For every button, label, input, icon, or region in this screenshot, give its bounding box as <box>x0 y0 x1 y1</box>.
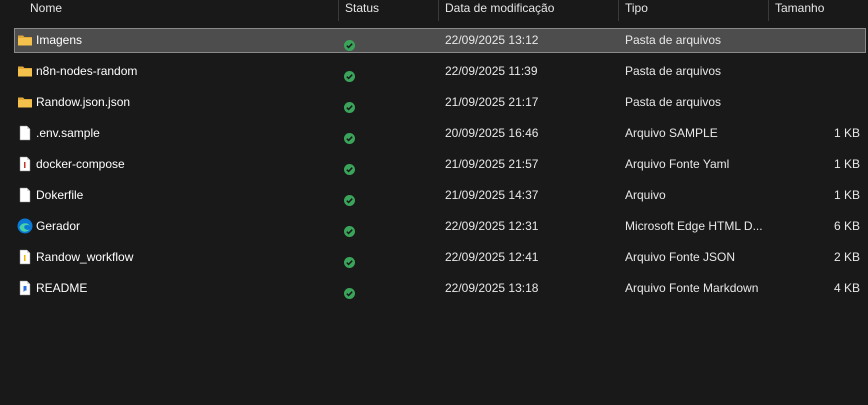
column-size[interactable]: Tamanho <box>775 0 824 21</box>
file-date: 22/09/2025 11:39 <box>445 64 538 78</box>
file-row[interactable]: Randow_workflow 22/09/2025 12:41 Arquivo F… <box>14 245 866 270</box>
column-divider[interactable] <box>438 0 439 21</box>
column-type[interactable]: Tipo <box>625 0 648 21</box>
folder-icon <box>17 32 33 48</box>
status-cell <box>344 214 364 239</box>
file-size: 2 KB <box>833 250 860 264</box>
file-size: 6 KB <box>833 219 860 233</box>
file-date: 22/09/2025 13:18 <box>445 281 539 295</box>
folder-icon <box>17 94 33 110</box>
synced-icon <box>344 35 355 51</box>
column-date[interactable]: Data de modificação <box>445 0 554 21</box>
file-name: README <box>36 281 88 295</box>
file-name: Gerador <box>36 219 81 233</box>
file-size: 4 KB <box>833 281 860 295</box>
synced-icon <box>344 221 355 237</box>
file-row[interactable]: Randow.json.json 21/09/2025 21:17 Pasta de… <box>14 90 866 115</box>
status-cell <box>344 183 364 208</box>
file-date: 21/09/2025 21:17 <box>445 95 539 109</box>
file-row[interactable]: .env.sample 20/09/2025 16:46 Arquivo SAMPL… <box>14 121 866 146</box>
file-type: Arquivo Fonte Markdown <box>625 281 759 295</box>
file-name: Randow_workflow <box>36 250 134 264</box>
column-name[interactable]: Nome <box>30 0 62 21</box>
file-name: Imagens <box>36 33 83 47</box>
file-type: Pasta de arquivos <box>625 95 722 109</box>
file-type: Pasta de arquivos <box>625 33 722 47</box>
file-row[interactable]: n8n-nodes-random 22/09/2025 11:39 Pasta de… <box>14 59 866 84</box>
file-icon <box>17 187 33 203</box>
file-size: 1 KB <box>833 188 860 202</box>
synced-icon <box>344 190 355 206</box>
edge-html-icon <box>17 218 33 234</box>
status-cell <box>344 28 364 53</box>
file-type: Arquivo <box>625 188 666 202</box>
yaml-file-icon <box>17 156 33 172</box>
file-row[interactable]: README 22/09/2025 13:18 Arquivo Fonte Mark… <box>14 276 866 301</box>
file-date: 21/09/2025 21:57 <box>445 157 539 171</box>
synced-icon <box>344 252 355 268</box>
file-name: n8n-nodes-random <box>36 64 138 78</box>
file-row[interactable]: Dokerfile 21/09/2025 14:37 Arquivo 1 KB <box>14 183 866 208</box>
file-size <box>780 59 860 84</box>
synced-icon <box>344 128 355 144</box>
status-cell <box>344 276 364 301</box>
synced-icon <box>344 97 355 113</box>
file-icon <box>17 125 33 141</box>
file-name: .env.sample <box>36 126 100 140</box>
column-status[interactable]: Status <box>345 0 379 21</box>
synced-icon <box>344 283 355 299</box>
status-cell <box>344 245 364 270</box>
status-cell <box>344 90 364 115</box>
file-date: 22/09/2025 13:12 <box>445 33 539 47</box>
file-date: 22/09/2025 12:41 <box>445 250 539 264</box>
markdown-file-icon <box>17 280 33 296</box>
folder-icon <box>17 63 33 79</box>
file-type: Arquivo Fonte Yaml <box>625 157 730 171</box>
file-type: Arquivo SAMPLE <box>625 126 718 140</box>
file-row[interactable]: docker-compose 21/09/2025 21:57 Arquivo Fo… <box>14 152 866 177</box>
file-size <box>780 90 860 115</box>
file-size: 1 KB <box>833 126 860 140</box>
file-size <box>780 28 860 53</box>
status-cell <box>344 59 364 84</box>
file-type: Microsoft Edge HTML D... <box>625 219 763 233</box>
file-type: Pasta de arquivos <box>625 64 722 78</box>
column-divider[interactable] <box>618 0 619 21</box>
status-cell <box>344 152 364 177</box>
file-name: Randow.json.json <box>36 95 131 109</box>
json-file-icon <box>17 249 33 265</box>
column-divider[interactable] <box>338 0 339 21</box>
file-type: Arquivo Fonte JSON <box>625 250 736 264</box>
file-date: 20/09/2025 16:46 <box>445 126 539 140</box>
file-date: 22/09/2025 12:31 <box>445 219 539 233</box>
status-cell <box>344 121 364 146</box>
column-header: Nome Status Data de modificação Tipo Tam… <box>0 0 868 21</box>
file-name: Dokerfile <box>36 188 84 202</box>
synced-icon <box>344 159 355 175</box>
file-row[interactable]: Imagens 22/09/2025 13:12 Pasta de arquivos <box>14 28 866 53</box>
file-row[interactable]: Gerador 22/09/2025 12:31 Microsoft Edge HT… <box>14 214 866 239</box>
synced-icon <box>344 66 355 82</box>
file-size: 1 KB <box>833 157 860 171</box>
file-name: docker-compose <box>36 157 125 171</box>
column-divider[interactable] <box>768 0 769 21</box>
file-date: 21/09/2025 14:37 <box>445 188 539 202</box>
